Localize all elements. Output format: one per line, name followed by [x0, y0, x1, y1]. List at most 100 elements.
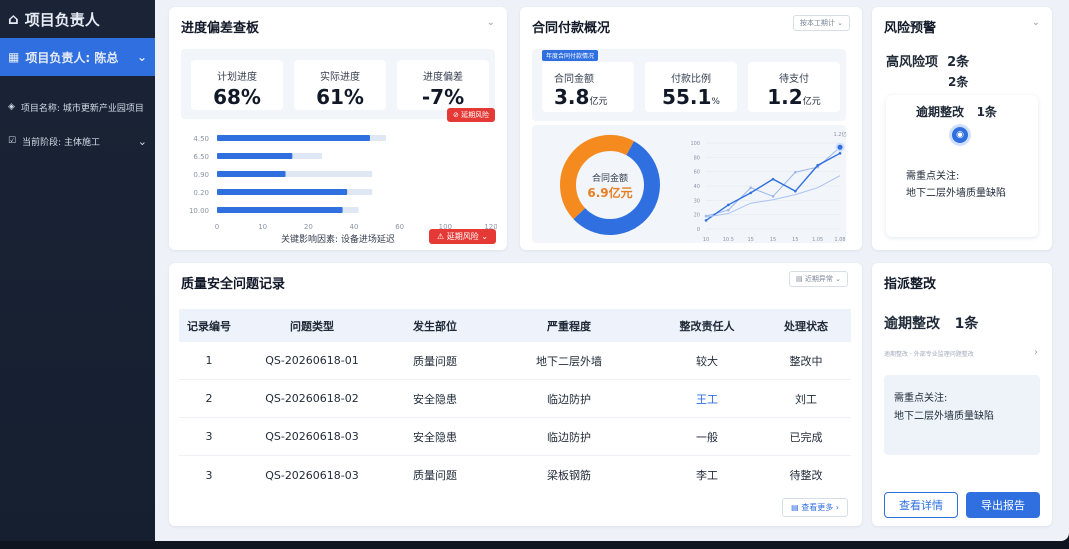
chevron-down-icon[interactable]: ⌄ — [138, 135, 147, 148]
series-point — [794, 170, 797, 174]
x-tick-label: 10 — [258, 223, 267, 231]
cell-status: 已完成 — [789, 430, 823, 444]
assign-overdue-row: 逾期整改 1条 — [884, 313, 978, 333]
metric-payment-ratio: 付款比例 55.1% — [645, 62, 737, 112]
card-title: 风险预警 — [884, 21, 937, 36]
cell-location: 地下二层外墙 — [536, 354, 602, 368]
metric-label: 待支付 — [779, 74, 809, 85]
bar — [217, 135, 370, 141]
y-tick-label: 40 — [694, 184, 700, 190]
sidebar-item-label: 项目负责人: 陈总 — [25, 50, 119, 65]
cell-type: 质量问题 — [413, 469, 457, 482]
metric-label: 进度偏差 — [423, 72, 463, 83]
period-filter[interactable]: 按本工期计 ⌄ — [792, 15, 850, 31]
metric-deviation: 进度偏差 -7% — [397, 60, 489, 110]
chevron-right-icon: › — [835, 503, 839, 512]
chevron-down-icon[interactable]: ⌄ — [1032, 17, 1040, 28]
target-icon: ◉ — [952, 127, 968, 143]
x-tick-label: 20 — [304, 223, 313, 231]
metric-label: 实际进度 — [320, 72, 360, 83]
sidebar-item-owner[interactable]: ▦ 项目负责人: 陈总 ⌄ — [0, 38, 155, 76]
series-point — [771, 177, 775, 181]
focus-label: 需重点关注: — [894, 393, 948, 404]
progress-card: 进度偏差查板 ⌄ 计划进度 68% 实际进度 61% 进度偏差 -7% ⊘ 延期… — [169, 7, 507, 250]
focus-text: 地下二层外墙质量缺陷 — [894, 411, 994, 422]
overdue-row: 逾期整改 1条 — [916, 103, 997, 120]
button-label: 查看更多 — [801, 503, 834, 512]
overdue-value: 1条 — [954, 316, 979, 332]
export-report-button[interactable]: 导出报告 — [966, 492, 1040, 518]
column-header[interactable]: 问题类型 — [239, 318, 385, 334]
column-header[interactable]: 严重程度 — [485, 318, 653, 334]
end-value-label: 1.2亿 — [834, 131, 847, 138]
donut-center: 合同金额 6.9亿元 — [558, 171, 662, 201]
view-detail-button[interactable]: 查看详情 — [884, 492, 958, 518]
cell-location: 临边防护 — [547, 392, 591, 406]
key-factor: 关键影响因素: 设备进场延迟 — [281, 235, 395, 245]
bar-category-label: 4.50 — [193, 135, 209, 143]
chevron-down-icon[interactable]: ⌄ — [137, 50, 147, 64]
sidebar-title: 项目负责人 — [24, 10, 100, 29]
sidebar-item-label: 当前阶段: 主体施工 — [22, 137, 100, 148]
series-point — [727, 203, 730, 207]
button-label: 延期风险 — [446, 232, 479, 241]
chevron-down-icon: ⌄ — [481, 232, 488, 241]
risk-badge: ⊘ 延期风险 — [447, 108, 496, 122]
card-title: 指派整改 — [884, 277, 937, 292]
high-risk-label: 高风险项 — [886, 55, 939, 70]
risk-card: 风险预警 ⌄ 高风险项 2条 2条 逾期整改 1条 ◉ 需重点关注: 地下二层外… — [872, 7, 1052, 250]
x-tick-label: 60 — [395, 223, 404, 231]
chevron-down-icon: ⌄ — [835, 275, 841, 283]
series-point — [794, 189, 797, 193]
cell-status: 待整改 — [789, 469, 823, 482]
cell-owner: 较大 — [696, 354, 718, 368]
assign-sub[interactable]: 逾期整改 · 外部专业监理问题整改 — [884, 349, 1040, 358]
y-tick-label: 30 — [694, 198, 700, 204]
table-row[interactable]: 3 QS-20260618-03 质量问题 梁板钢筋 李工 待整改 — [179, 456, 851, 494]
assign-sub-text: 逾期整改 · 外部专业监理问题整改 — [884, 351, 974, 358]
bar-category-label: 6.50 — [193, 153, 209, 161]
payment-line-chart: 100 80 60 40 30 20 010 10.5 15 15 15 1.05 1.08 1.2亿 — [690, 131, 847, 243]
assign-card: 指派整改 逾期整改 1条 逾期整改 · 外部专业监理问题整改 › 需重点关注: … — [872, 263, 1052, 526]
warning-icon: ⊘ — [453, 111, 459, 119]
metric-label: 计划进度 — [217, 72, 257, 83]
donut-value: 6.9亿元 — [587, 186, 633, 200]
column-header[interactable]: 处理状态 — [761, 318, 851, 334]
column-header[interactable]: 发生部位 — [385, 318, 485, 334]
cell-owner-link[interactable]: 王工 — [653, 391, 761, 407]
table-row[interactable]: 2 QS-20260618-02 安全隐患 临边防护 王工 刘工 — [179, 380, 851, 418]
column-header[interactable]: 记录编号 — [179, 318, 239, 334]
risk-detail-panel: 逾期整改 1条 ◉ 需重点关注: 地下二层外墙质量缺陷 — [886, 95, 1038, 237]
view-more-button[interactable]: ▤ 查看更多 › — [782, 498, 848, 517]
x-tick-label: 10 — [703, 237, 709, 243]
warning-icon: ⚠ — [437, 232, 445, 241]
metric-unit: % — [711, 97, 720, 107]
chevron-down-icon[interactable]: ⌄ — [487, 17, 495, 28]
metric-value: 61% — [316, 85, 364, 109]
sidebar-item-stage[interactable]: ☑ 当前阶段: 主体施工 ⌄ — [0, 124, 155, 158]
cell-type: 安全隐患 — [413, 392, 457, 406]
cell-index: 3 — [205, 468, 213, 482]
main-content: 进度偏差查板 ⌄ 计划进度 68% 实际进度 61% 进度偏差 -7% ⊘ 延期… — [155, 0, 1069, 541]
y-tick-label: 20 — [694, 213, 700, 219]
home-icon: ⌂ — [8, 10, 19, 28]
quality-filter[interactable]: ▤ 近期异常 ⌄ — [789, 271, 848, 287]
table-row[interactable]: 3 QS-20260618-03 安全隐患 临边防护 一般 已完成 — [179, 418, 851, 456]
delay-risk-button[interactable]: ⚠ 延期风险 ⌄ — [429, 229, 496, 244]
series-point — [838, 152, 842, 155]
x-tick-label: 1.05 — [812, 237, 823, 243]
x-tick-label: 15 — [770, 237, 776, 243]
sidebar-item-project[interactable]: ◈ 项目名称: 城市更新产业园项目 — [0, 90, 155, 124]
column-header[interactable]: 整改责任人 — [653, 318, 761, 334]
overdue-label: 逾期整改 — [916, 105, 965, 119]
checkbox-icon: ☑ — [8, 136, 17, 146]
x-tick-label: 40 — [350, 223, 359, 231]
cell-index: 1 — [205, 354, 213, 367]
y-tick-label: 60 — [694, 170, 700, 176]
chevron-right-icon[interactable]: › — [1034, 347, 1038, 358]
y-tick-label: 100 — [690, 141, 700, 147]
high-risk-value: 2条 — [947, 55, 970, 70]
donut-label: 合同金额 — [591, 174, 628, 184]
table-row[interactable]: 1 QS-20260618-01 质量问题 地下二层外墙 较大 整改中 — [179, 342, 851, 380]
bar — [217, 207, 343, 213]
